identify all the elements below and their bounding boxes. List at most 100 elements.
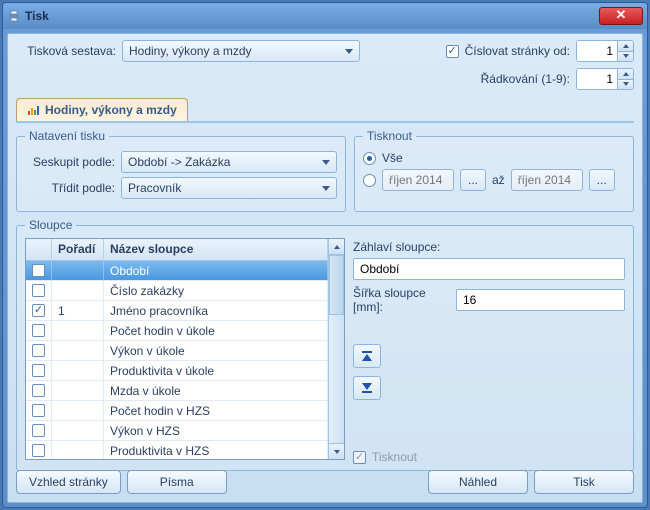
number-pages-input[interactable] [577, 41, 617, 61]
row-name: Mzda v úkole [104, 381, 328, 400]
group-by-select[interactable]: Období -> Zakázka [121, 151, 337, 173]
spin-up[interactable] [618, 41, 633, 52]
print-range-legend: Tisknout [363, 129, 416, 143]
tab-report[interactable]: Hodiny, výkony a mzdy [16, 98, 188, 121]
line-spacing-input[interactable] [577, 69, 617, 89]
table-row[interactable]: Produktivita v úkole [26, 361, 328, 381]
titlebar: Tisk ✕ [3, 3, 647, 29]
report-select-value: Hodiny, výkony a mzdy [129, 44, 252, 58]
line-spacing-spinner[interactable] [576, 68, 634, 90]
date-to[interactable]: říjen 2014 [511, 169, 583, 191]
row-order [52, 261, 104, 280]
row-checkbox[interactable] [32, 364, 45, 377]
table-row[interactable]: Mzda v úkole [26, 381, 328, 401]
date-from-picker[interactable]: ... [460, 169, 486, 191]
group-by-label: Seskupit podle: [25, 155, 115, 169]
group-by-value: Období -> Zakázka [128, 155, 230, 169]
row-name: Jméno pracovníka [104, 301, 328, 320]
row-name: Výkon v HZS [104, 421, 328, 440]
row-name: Výkon v úkole [104, 341, 328, 360]
row-name: Produktivita v HZS [104, 441, 328, 459]
column-width-label: Šířka sloupce [mm]: [353, 286, 450, 314]
row-order [52, 341, 104, 360]
sort-by-select[interactable]: Pracovník [121, 177, 337, 199]
report-select[interactable]: Hodiny, výkony a mzdy [122, 40, 360, 62]
sort-by-label: Třídit podle: [25, 181, 115, 195]
column-header-label: Záhlaví sloupce: [353, 240, 625, 254]
fonts-button[interactable]: Písma [127, 470, 227, 494]
table-row[interactable]: Počet hodin v úkole [26, 321, 328, 341]
scroll-down[interactable] [329, 443, 344, 459]
column-header-input[interactable] [353, 258, 625, 280]
row-checkbox[interactable]: ✓ [32, 304, 45, 317]
row-checkbox[interactable] [32, 324, 45, 337]
columns-table: Pořadí Název sloupce ObdobíČíslo zakázky… [25, 238, 345, 460]
sort-by-value: Pracovník [128, 181, 181, 195]
spin-down[interactable] [618, 80, 633, 90]
window-title: Tisk [21, 9, 599, 23]
table-row[interactable]: Produktivita v HZS [26, 441, 328, 459]
date-from[interactable]: říjen 2014 [382, 169, 454, 191]
print-button[interactable]: Tisk [534, 470, 634, 494]
th-name[interactable]: Název sloupce [104, 239, 328, 260]
number-pages-label: Číslovat stránky od: [465, 44, 570, 58]
table-row[interactable]: Výkon v úkole [26, 341, 328, 361]
table-header: Pořadí Název sloupce [26, 239, 328, 261]
row-checkbox[interactable] [32, 344, 45, 357]
tabs: Hodiny, výkony a mzdy [16, 98, 634, 123]
number-pages-spinner[interactable] [576, 40, 634, 62]
chevron-down-icon [322, 186, 330, 191]
close-button[interactable]: ✕ [599, 7, 643, 25]
page-layout-button[interactable]: Vzhled stránky [16, 470, 121, 494]
row-order [52, 281, 104, 300]
row-order [52, 421, 104, 440]
scrollbar[interactable] [328, 239, 344, 459]
column-width-input[interactable] [456, 289, 625, 311]
range-conj: až [492, 173, 505, 187]
row-checkbox[interactable] [32, 284, 45, 297]
row-checkbox[interactable] [32, 404, 45, 417]
row-checkbox[interactable] [32, 264, 45, 277]
print-dialog: Tisk ✕ Tisková sestava: Hodiny, výkony a… [2, 2, 648, 508]
move-down-button[interactable] [353, 376, 381, 400]
print-settings-legend: Natavení tisku [25, 129, 109, 143]
table-body: ObdobíČíslo zakázky✓1Jméno pracovníkaPoč… [26, 261, 328, 459]
chevron-down-icon [322, 160, 330, 165]
radio-all-label: Vše [382, 151, 403, 165]
th-order[interactable]: Pořadí [52, 239, 104, 260]
row-order [52, 381, 104, 400]
row-checkbox[interactable] [32, 384, 45, 397]
scroll-thumb[interactable] [329, 255, 344, 315]
table-row[interactable]: Výkon v HZS [26, 421, 328, 441]
scroll-up[interactable] [329, 239, 344, 255]
radio-all[interactable] [363, 152, 376, 165]
spin-up[interactable] [618, 69, 633, 80]
date-to-picker[interactable]: ... [589, 169, 615, 191]
print-column-label: Tisknout [372, 450, 417, 464]
table-row[interactable]: Období [26, 261, 328, 281]
row-checkbox[interactable] [32, 424, 45, 437]
radio-range[interactable] [363, 174, 376, 187]
row-name: Počet hodin v úkole [104, 321, 328, 340]
report-label: Tisková sestava: [16, 44, 116, 58]
table-row[interactable]: Počet hodin v HZS [26, 401, 328, 421]
row-order [52, 401, 104, 420]
chevron-down-icon [345, 49, 353, 54]
footer: Vzhled stránky Písma Náhled Tisk [16, 470, 634, 494]
row-name: Číslo zakázky [104, 281, 328, 300]
table-row[interactable]: ✓1Jméno pracovníka [26, 301, 328, 321]
print-column-checkbox-row: ✓ Tisknout [353, 450, 625, 464]
print-column-checkbox: ✓ [353, 451, 366, 464]
spin-down[interactable] [618, 52, 633, 62]
move-up-button[interactable] [353, 344, 381, 368]
report-icon [27, 104, 41, 116]
row-order [52, 361, 104, 380]
number-pages-checkbox[interactable]: ✓ [446, 45, 459, 58]
tab-label: Hodiny, výkony a mzdy [45, 103, 177, 117]
row-name: Období [104, 261, 328, 280]
preview-button[interactable]: Náhled [428, 470, 528, 494]
table-row[interactable]: Číslo zakázky [26, 281, 328, 301]
columns-legend: Sloupce [25, 218, 76, 232]
row-checkbox[interactable] [32, 444, 45, 457]
content: Tisková sestava: Hodiny, výkony a mzdy ✓… [7, 33, 643, 503]
